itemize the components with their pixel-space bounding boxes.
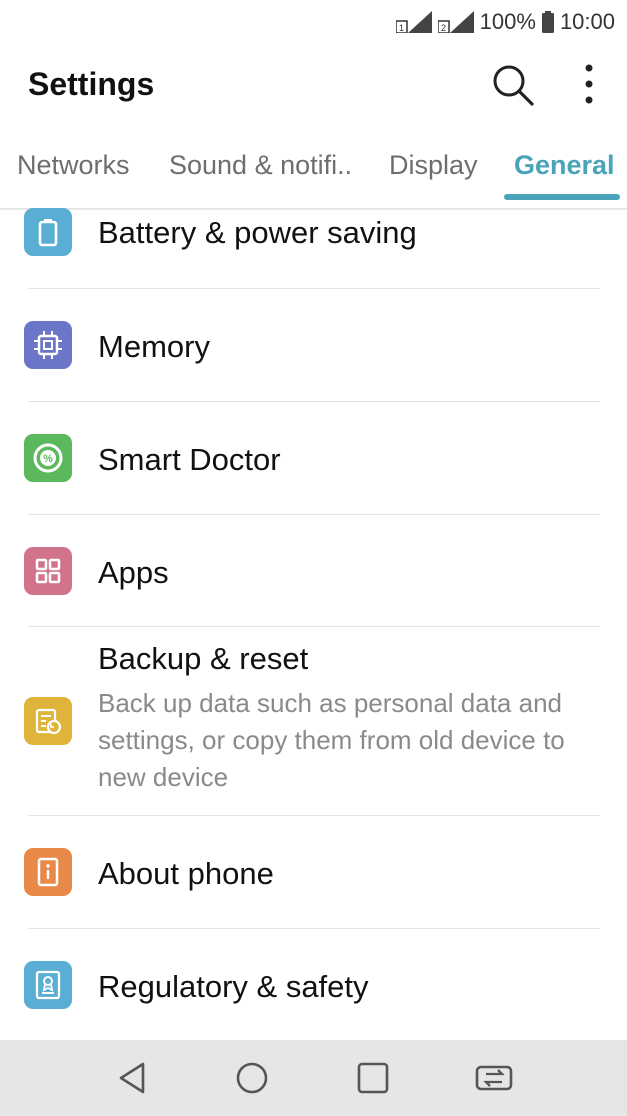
recent-apps-icon[interactable] [353,1058,393,1098]
list-item-battery[interactable]: Battery & power saving [0,198,627,288]
list-item-label: Smart Doctor [98,442,281,477]
chip-icon [24,321,72,369]
list-item-label: Battery & power saving [98,215,417,250]
svg-text:1: 1 [399,23,404,33]
battery-icon [24,208,72,256]
clock: 10:00 [559,9,615,34]
tab-display[interactable]: Display [389,150,478,181]
info-icon [24,848,72,896]
smart-doctor-icon: % [24,434,72,482]
more-options-icon[interactable] [574,62,604,108]
apps-grid-icon [24,547,72,595]
status-bar: 1 2 100% 10:00 [0,0,627,44]
certificate-icon [24,961,72,1009]
sim2-signal-icon: 2 [437,11,474,33]
dual-window-icon[interactable] [474,1058,514,1098]
tab-general[interactable]: General [514,150,615,181]
backup-icon [24,697,72,745]
tab-sound-notifications[interactable]: Sound & notifi.. [169,150,352,181]
sim1-signal-icon: 1 [395,11,432,33]
list-item-label: Regulatory & safety [98,969,369,1004]
list-item-about-phone[interactable]: About phone [0,816,627,928]
app-bar: Settings [0,44,627,128]
home-icon[interactable] [232,1058,272,1098]
list-item-label: Apps [98,555,169,590]
list-item-memory[interactable]: Memory [0,289,627,401]
battery-percent: 100% [479,9,536,34]
list-item-label: Backup & reset [98,641,309,676]
list-item-label: Memory [98,329,210,364]
page-title: Settings [28,66,155,102]
svg-text:2: 2 [441,23,446,33]
list-item-label: About phone [98,856,274,891]
list-item-apps[interactable]: Apps [0,515,627,627]
battery-status-icon [541,11,554,33]
tab-networks[interactable]: Networks [17,150,130,181]
back-icon[interactable] [113,1058,153,1098]
svg-text:%: % [43,453,53,465]
list-item-regulatory-safety[interactable]: Regulatory & safety [0,929,627,1041]
navigation-bar [0,1040,627,1116]
list-item-subtitle: Back up data such as personal data and s… [98,688,565,792]
list-item-backup-reset[interactable]: Backup & reset Back up data such as pers… [0,627,627,815]
list-item-smart-doctor[interactable]: % Smart Doctor [0,402,627,514]
search-icon[interactable] [490,62,536,108]
